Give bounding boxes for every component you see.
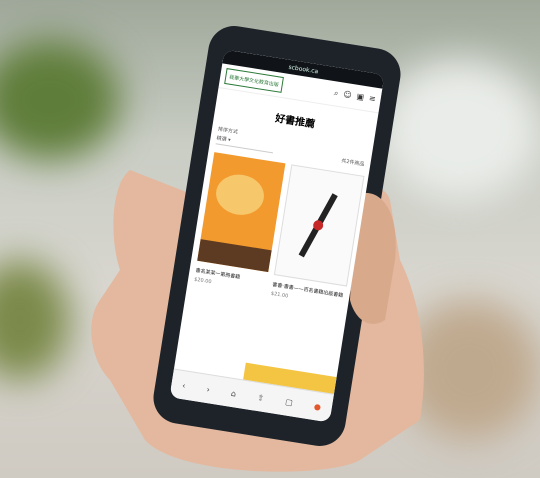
site-logo[interactable]: 我華大學文化教育出版 <box>224 68 284 93</box>
product-card[interactable]: 書名某某一第冊書籍 $20.00 <box>193 152 286 296</box>
search-icon[interactable]: ⌕ <box>333 88 339 99</box>
user-icon[interactable]: ☺ <box>343 90 353 101</box>
book-cover-image[interactable] <box>273 164 365 287</box>
more-icon[interactable]: ● <box>313 401 321 411</box>
url-text: scbook.ca <box>288 63 319 75</box>
cart-icon[interactable]: ▣ <box>356 92 365 103</box>
menu-icon[interactable]: ≡ <box>368 94 376 105</box>
product-grid: 書名某某一第冊書籍 $20.00 書書·書書——百名書籍出版書籍 $21.00 <box>187 143 369 309</box>
forward-icon[interactable]: › <box>206 384 211 393</box>
book-cover-image[interactable] <box>197 152 286 273</box>
back-icon[interactable]: ‹ <box>182 381 187 390</box>
home-icon[interactable]: ⌂ <box>230 388 236 398</box>
share-icon[interactable]: ⇪ <box>257 392 265 402</box>
product-card[interactable]: 書書·書書——百名書籍出版書籍 $21.00 <box>270 164 365 308</box>
tabs-icon[interactable]: ▢ <box>285 397 294 407</box>
